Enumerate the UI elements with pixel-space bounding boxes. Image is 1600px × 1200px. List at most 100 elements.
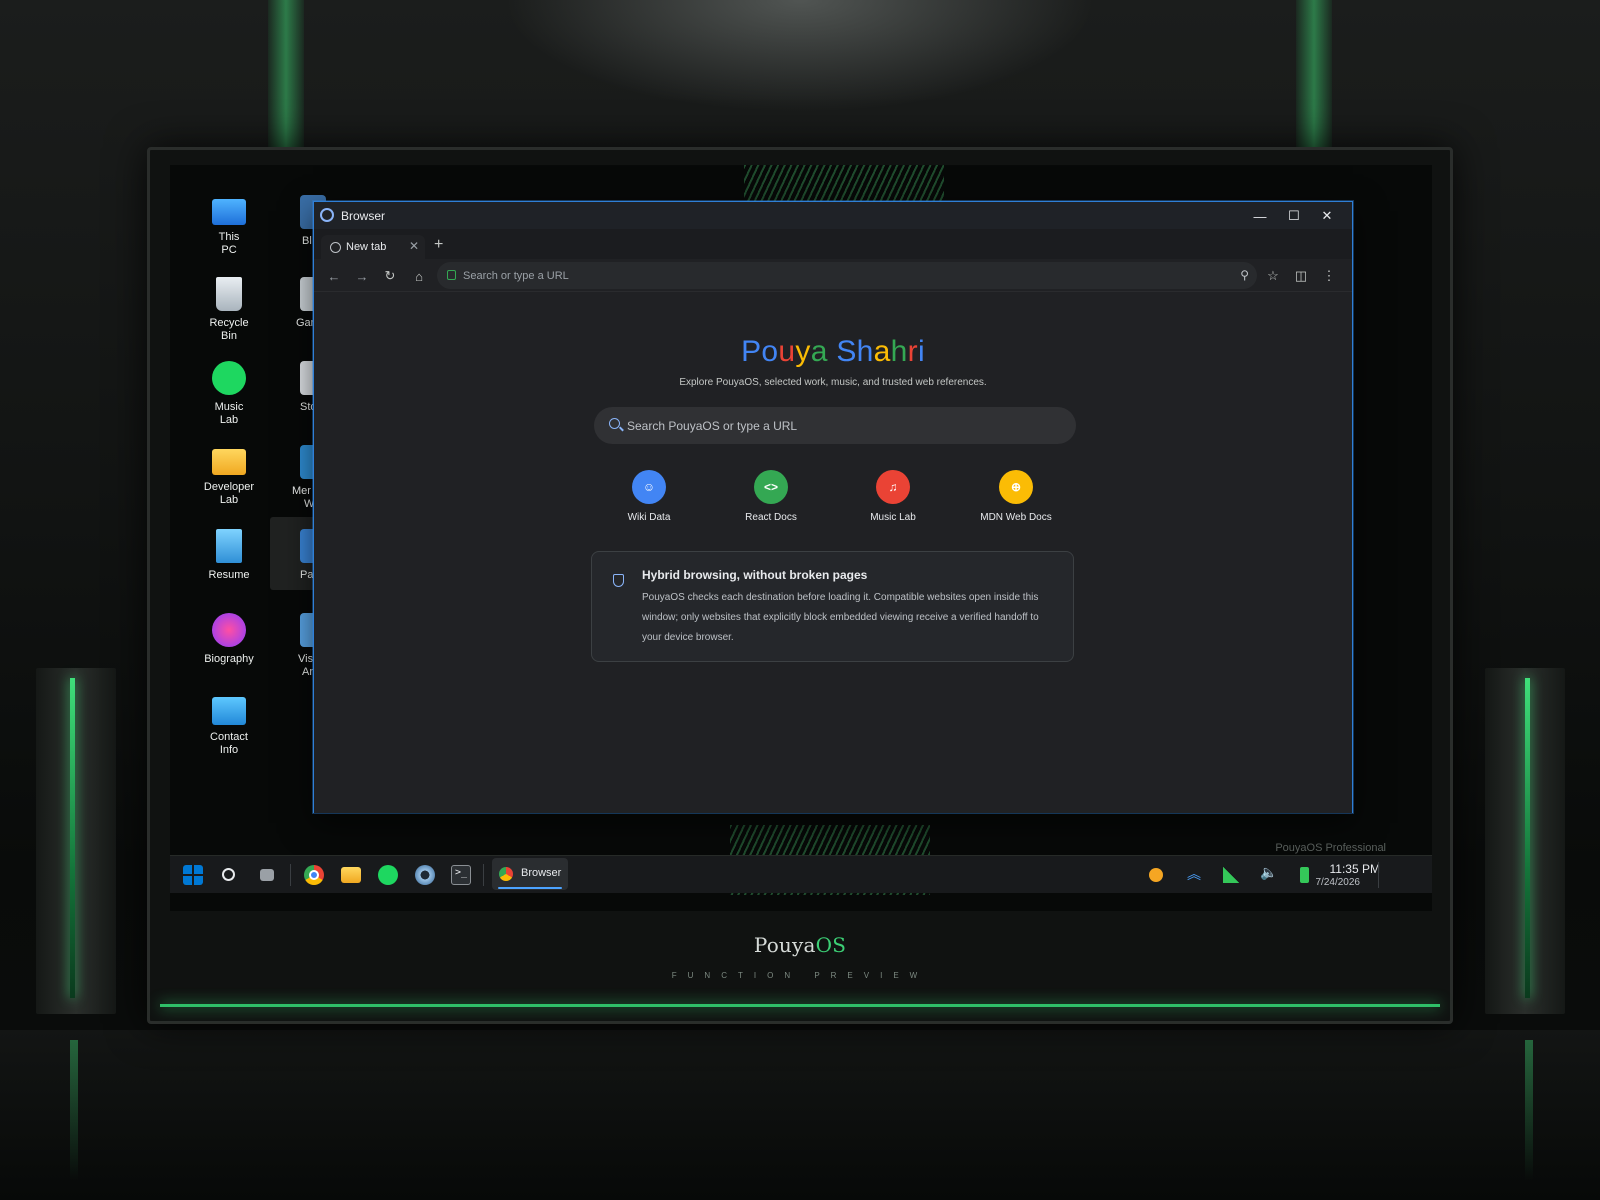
- search-icon[interactable]: ⚲: [1240, 268, 1249, 282]
- spotify-icon[interactable]: [378, 865, 398, 885]
- tab-close-icon[interactable]: ✕: [409, 239, 419, 253]
- floor: [0, 1030, 1600, 1200]
- desktop-icon-partial-1[interactable]: Bl: [274, 195, 326, 248]
- code-icon: <>: [754, 470, 788, 504]
- desktop-icon-music-lab[interactable]: Music Lab: [192, 361, 266, 427]
- desktop-icon-partial-5[interactable]: Pa: [274, 529, 326, 582]
- notepad-icon: [216, 529, 242, 563]
- tab-strip: New tab ✕ +: [314, 229, 1352, 259]
- browser-toolbar: ← → ↻ ⌂ ⚲ ☆ ◫ ⋮: [314, 259, 1352, 292]
- brand-logo: PouyaOS: [753, 933, 847, 957]
- page-logo: Pouya Shahri: [314, 335, 1352, 369]
- side-panel-button[interactable]: ◫: [1292, 267, 1310, 285]
- terminal-icon[interactable]: [451, 865, 471, 885]
- network-signal-icon[interactable]: [1223, 867, 1239, 883]
- task-view-icon[interactable]: [260, 869, 274, 881]
- desktop-icon-biography[interactable]: Biography: [192, 613, 266, 666]
- shortcut-label: React Docs: [745, 512, 797, 523]
- volume-icon[interactable]: 🔈: [1260, 864, 1277, 881]
- desktop-icon-developer-lab[interactable]: Developer Lab: [192, 445, 266, 507]
- desktop-icon-partial-4[interactable]: Mer W: [274, 445, 326, 511]
- monitor-icon: [212, 199, 246, 225]
- folder-icon: [212, 449, 246, 475]
- shortcut-label: Music Lab: [870, 512, 916, 523]
- tab-new-tab[interactable]: New tab ✕: [321, 235, 425, 259]
- pillar-light-right: [1296, 0, 1332, 150]
- pillar-light-left: [268, 0, 304, 150]
- logo-letter: u: [778, 335, 796, 368]
- lock-icon: [447, 270, 456, 280]
- music-note-icon: ♫: [876, 470, 910, 504]
- bookmark-star-button[interactable]: ☆: [1264, 267, 1282, 285]
- chrome-icon[interactable]: [304, 865, 324, 885]
- page-search-input[interactable]: [627, 407, 1057, 444]
- file-explorer-icon[interactable]: [341, 867, 361, 883]
- search-icon: [609, 418, 620, 429]
- shortcut-wiki-data[interactable]: ☺ Wiki Data: [594, 470, 704, 523]
- show-desktop-button[interactable]: [1378, 862, 1379, 888]
- tab-title: New tab: [346, 241, 387, 253]
- back-button[interactable]: ←: [325, 267, 343, 285]
- home-button[interactable]: ⌂: [410, 267, 428, 285]
- info-card-body: PouyaOS checks each destination before l…: [642, 592, 1039, 643]
- desktop-icon-resume[interactable]: Resume: [192, 529, 266, 582]
- window-title: Browser: [341, 209, 386, 223]
- globe-icon: [330, 242, 341, 253]
- shortcut-react-docs[interactable]: <> React Docs: [716, 470, 826, 523]
- reload-button[interactable]: ↻: [381, 267, 399, 285]
- active-indicator: [498, 887, 562, 889]
- speaker-right: [1485, 668, 1565, 1014]
- taskbar-divider: [483, 864, 484, 886]
- running-app-label: Browser: [521, 867, 562, 879]
- settings-icon[interactable]: [415, 865, 435, 885]
- maximize-button[interactable]: ☐: [1282, 206, 1306, 226]
- search-icon[interactable]: [222, 868, 235, 881]
- taskbar-running-browser[interactable]: Browser: [492, 858, 568, 890]
- desktop-icon-partial-2[interactable]: Gar: [274, 277, 326, 330]
- person-icon: ☺: [632, 470, 666, 504]
- minimize-button[interactable]: —: [1248, 206, 1272, 226]
- desktop-icon-recycle-bin[interactable]: Recycle Bin: [192, 277, 266, 343]
- taskbar: Browser ︽ 🔈 11:35 PM 7/24/2026: [170, 855, 1432, 893]
- address-bar[interactable]: ⚲: [437, 262, 1257, 289]
- fingerprint-icon: [212, 613, 246, 647]
- shortcut-music-lab[interactable]: ♫ Music Lab: [838, 470, 948, 523]
- shield-icon: [613, 574, 624, 587]
- close-button[interactable]: ✕: [1315, 206, 1339, 226]
- clock-time[interactable]: 11:35 PM: [1310, 862, 1380, 876]
- page-tagline: Explore PouyaOS, selected work, music, a…: [679, 377, 987, 388]
- shortcut-label: Wiki Data: [627, 512, 671, 523]
- new-tab-button[interactable]: +: [434, 236, 443, 254]
- os-watermark: PouyaOS Professional: [1275, 842, 1386, 854]
- logo-letter: a: [873, 335, 891, 368]
- notification-dot-icon[interactable]: [1149, 868, 1163, 882]
- desktop-icon-contact-info[interactable]: Contact Info: [192, 697, 266, 757]
- chevron-up-icon[interactable]: ︽: [1187, 864, 1201, 884]
- clock-date[interactable]: 7/24/2026: [1310, 877, 1361, 888]
- spotify-icon: [212, 361, 246, 395]
- new-tab-page: Pouya Shahri Explore PouyaOS, selected w…: [314, 293, 1352, 813]
- address-input[interactable]: [463, 262, 1223, 289]
- hybrid-browsing-card: Hybrid browsing, without broken pages Po…: [591, 551, 1074, 662]
- page-search-box[interactable]: [594, 407, 1076, 444]
- forward-button[interactable]: →: [353, 267, 371, 285]
- floor-reflection-right: [1525, 1040, 1533, 1180]
- menu-button[interactable]: ⋮: [1320, 267, 1338, 285]
- battery-icon[interactable]: [1300, 867, 1309, 883]
- desktop-icon-partial-3[interactable]: Sto: [274, 361, 326, 414]
- floor-reflection-left: [70, 1040, 78, 1180]
- start-icon[interactable]: [183, 865, 203, 885]
- logo-letter: i: [917, 335, 925, 368]
- window-titlebar[interactable]: Browser — ☐ ✕: [314, 202, 1352, 229]
- logo-letter: o: [761, 335, 779, 368]
- logo-letter: y: [795, 335, 811, 368]
- info-card-title: Hybrid browsing, without broken pages: [642, 568, 868, 582]
- shortcut-mdn-web-docs[interactable]: ⊕ MDN Web Docs: [961, 470, 1071, 523]
- monitor-base-glow: [160, 1004, 1440, 1007]
- logo-letter: h: [856, 335, 874, 368]
- logo-letter: S: [836, 335, 857, 368]
- chrome-icon: [499, 867, 513, 881]
- desktop-icon-partial-6[interactable]: Vis Ar: [274, 613, 326, 679]
- logo-letter: r: [907, 335, 918, 368]
- desktop-icon-this-pc[interactable]: This PC: [192, 195, 266, 257]
